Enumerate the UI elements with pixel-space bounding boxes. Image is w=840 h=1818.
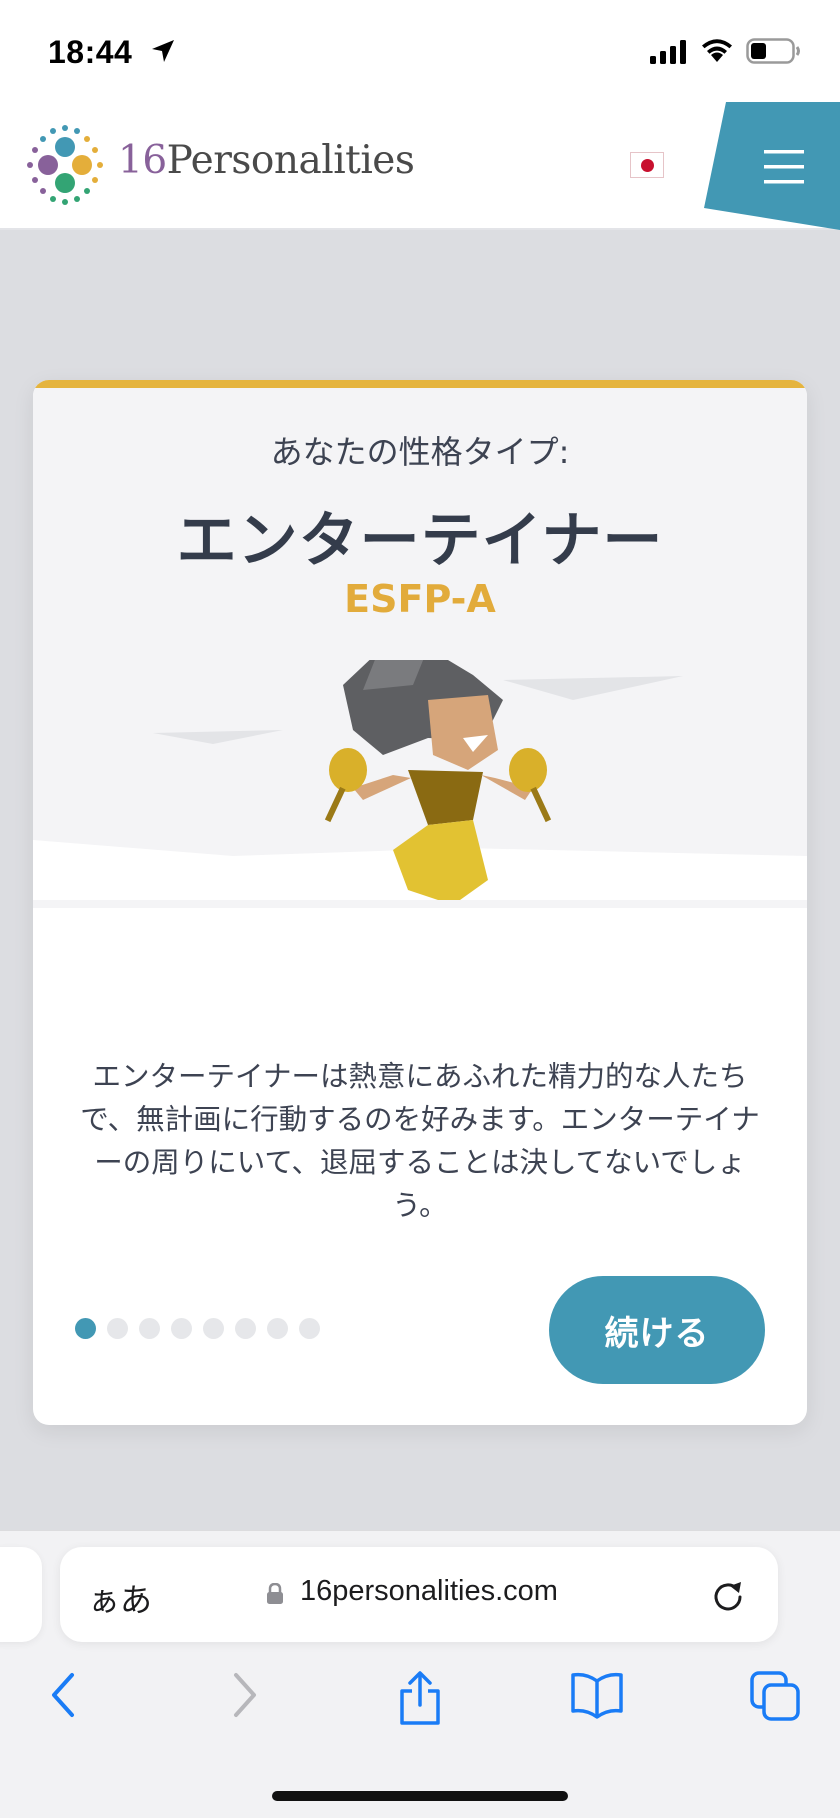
result-card: あなたの性格タイプ: エンターテイナー ESFP-A エンターテイナーは熱意にあ… bbox=[33, 380, 807, 1425]
address-bar[interactable]: ぁあ 16personalities.com bbox=[60, 1547, 778, 1642]
logo-icon[interactable] bbox=[22, 122, 108, 208]
previous-tab-preview[interactable] bbox=[0, 1547, 42, 1642]
share-icon[interactable] bbox=[396, 1671, 444, 1727]
personality-type-name: エンターテイナー bbox=[176, 506, 664, 576]
browser-nav-row bbox=[0, 1671, 840, 1751]
status-time: 18:44 bbox=[48, 34, 133, 70]
card-accent-bar bbox=[33, 380, 807, 388]
progress-dot bbox=[235, 1318, 256, 1339]
location-arrow-icon bbox=[152, 40, 174, 62]
bookmarks-icon[interactable] bbox=[570, 1671, 624, 1719]
reload-icon[interactable] bbox=[710, 1577, 746, 1613]
logo-wordmark[interactable]: 16Personalities bbox=[118, 138, 415, 183]
progress-dot bbox=[75, 1318, 96, 1339]
forward-icon[interactable] bbox=[224, 1671, 264, 1719]
progress-dot bbox=[267, 1318, 288, 1339]
personality-type-code: ESFP-A bbox=[344, 577, 496, 621]
battery-icon bbox=[746, 38, 800, 64]
logo-word: Personalities bbox=[166, 138, 415, 183]
site-header: 16Personalities bbox=[0, 102, 840, 230]
home-indicator[interactable] bbox=[272, 1791, 568, 1801]
progress-dot bbox=[139, 1318, 160, 1339]
type-description: エンターテイナーは熱意にあふれた精力的な人たちで、無計画に行動するのを好みます。… bbox=[80, 1060, 760, 1222]
signal-icon bbox=[650, 40, 686, 64]
url-text[interactable]: 16personalities.com bbox=[300, 1575, 558, 1608]
progress-dots bbox=[75, 1318, 320, 1339]
hamburger-icon bbox=[704, 102, 840, 230]
entertainer-illustration bbox=[33, 660, 807, 900]
menu-button[interactable] bbox=[702, 102, 840, 230]
text-size-button[interactable]: ぁあ bbox=[88, 1575, 152, 1621]
progress-dot bbox=[171, 1318, 192, 1339]
japan-flag-icon[interactable] bbox=[630, 152, 664, 178]
progress-dot bbox=[107, 1318, 128, 1339]
status-bar: 18:44 bbox=[0, 0, 840, 102]
tabs-icon[interactable] bbox=[750, 1671, 802, 1723]
logo-number: 16 bbox=[118, 138, 167, 183]
wifi-icon bbox=[702, 39, 732, 62]
back-icon[interactable] bbox=[44, 1671, 84, 1719]
result-intro: あなたの性格タイプ: bbox=[270, 433, 570, 471]
progress-dot bbox=[203, 1318, 224, 1339]
browser-toolbar: ぁあ 16personalities.com bbox=[0, 1530, 840, 1818]
continue-button[interactable]: 続ける bbox=[549, 1276, 765, 1384]
progress-dot bbox=[299, 1318, 320, 1339]
lock-icon bbox=[267, 1583, 283, 1604]
